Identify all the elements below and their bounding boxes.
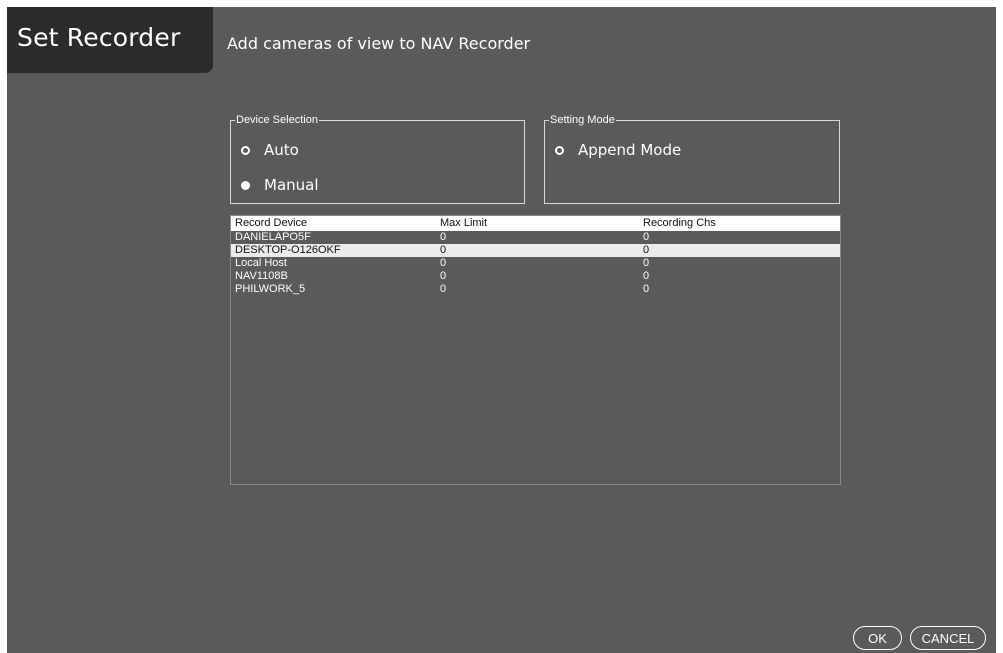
table-row[interactable]: Local Host 0 0 [231, 257, 840, 270]
cell-record-device: PHILWORK_5 [235, 283, 306, 295]
table-row[interactable]: DANIELAPO5F 0 0 [231, 231, 840, 244]
cell-recording-chs: 0 [643, 257, 650, 269]
cell-recording-chs: 0 [643, 270, 650, 282]
cell-record-device: DANIELAPO5F [235, 231, 311, 243]
table-row-selected[interactable]: DESKTOP-O126OKF 0 0 [231, 244, 840, 257]
set-recorder-window: Set Recorder Add cameras of view to NAV … [7, 7, 996, 653]
radio-selected-icon [241, 180, 250, 190]
page-title: Set Recorder [17, 22, 181, 52]
cell-record-device: DESKTOP-O126OKF [235, 244, 341, 256]
title-tab: Set Recorder [7, 7, 213, 73]
cell-record-device: Local Host [235, 257, 287, 269]
cell-max-limit: 0 [440, 283, 447, 295]
cell-max-limit: 0 [440, 244, 447, 256]
cell-recording-chs: 0 [643, 231, 650, 243]
device-selection-group: Device Selection Auto Manual [230, 114, 525, 204]
device-selection-legend: Device Selection [236, 114, 318, 126]
table-header: Record Device Max Limit Recording Chs [231, 216, 840, 231]
record-device-table: Record Device Max Limit Recording Chs DA… [230, 215, 841, 485]
radio-manual[interactable]: Manual [241, 176, 319, 194]
table-row[interactable]: NAV1108B 0 0 [231, 270, 840, 283]
radio-append-mode[interactable]: Append Mode [555, 141, 681, 159]
radio-manual-label: Manual [264, 176, 319, 194]
cell-max-limit: 0 [440, 231, 447, 243]
radio-auto-label: Auto [264, 141, 299, 159]
radio-unselected-icon [241, 145, 250, 155]
cell-max-limit: 0 [440, 270, 447, 282]
ok-button[interactable]: OK [853, 626, 902, 650]
cell-recording-chs: 0 [643, 244, 650, 256]
cell-record-device: NAV1108B [235, 270, 288, 282]
page-subtitle: Add cameras of view to NAV Recorder [227, 34, 531, 53]
setting-mode-group: Setting Mode Append Mode [544, 114, 840, 204]
cell-max-limit: 0 [440, 257, 447, 269]
column-header-record-device[interactable]: Record Device [231, 216, 437, 231]
radio-append-mode-label: Append Mode [578, 141, 682, 159]
radio-auto[interactable]: Auto [241, 141, 299, 159]
radio-unselected-icon [555, 145, 564, 155]
table-row[interactable]: PHILWORK_5 0 0 [231, 283, 840, 296]
cancel-button[interactable]: CANCEL [910, 626, 986, 650]
setting-mode-legend: Setting Mode [550, 114, 615, 126]
column-header-recording-chs[interactable]: Recording Chs [640, 216, 840, 231]
cell-recording-chs: 0 [643, 283, 650, 295]
column-header-max-limit[interactable]: Max Limit [437, 216, 640, 231]
